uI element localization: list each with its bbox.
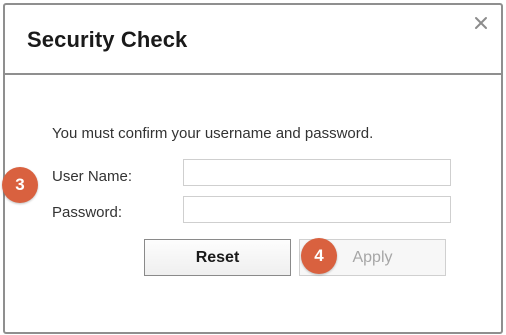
instruction-message: You must confirm your username and passw… (52, 125, 374, 142)
password-input[interactable] (183, 196, 451, 223)
dialog-header: Security Check (5, 5, 501, 75)
reset-button[interactable]: Reset (144, 239, 291, 276)
step-badge-3: 3 (2, 167, 38, 203)
password-label: Password: (52, 204, 123, 221)
username-label: User Name: (52, 168, 133, 185)
step-badge-4: 4 (301, 238, 337, 274)
username-input[interactable] (183, 159, 451, 186)
security-check-dialog: Security Check You must confirm your use… (3, 3, 503, 334)
close-icon[interactable] (473, 15, 489, 31)
dialog-title: Security Check (27, 27, 188, 52)
